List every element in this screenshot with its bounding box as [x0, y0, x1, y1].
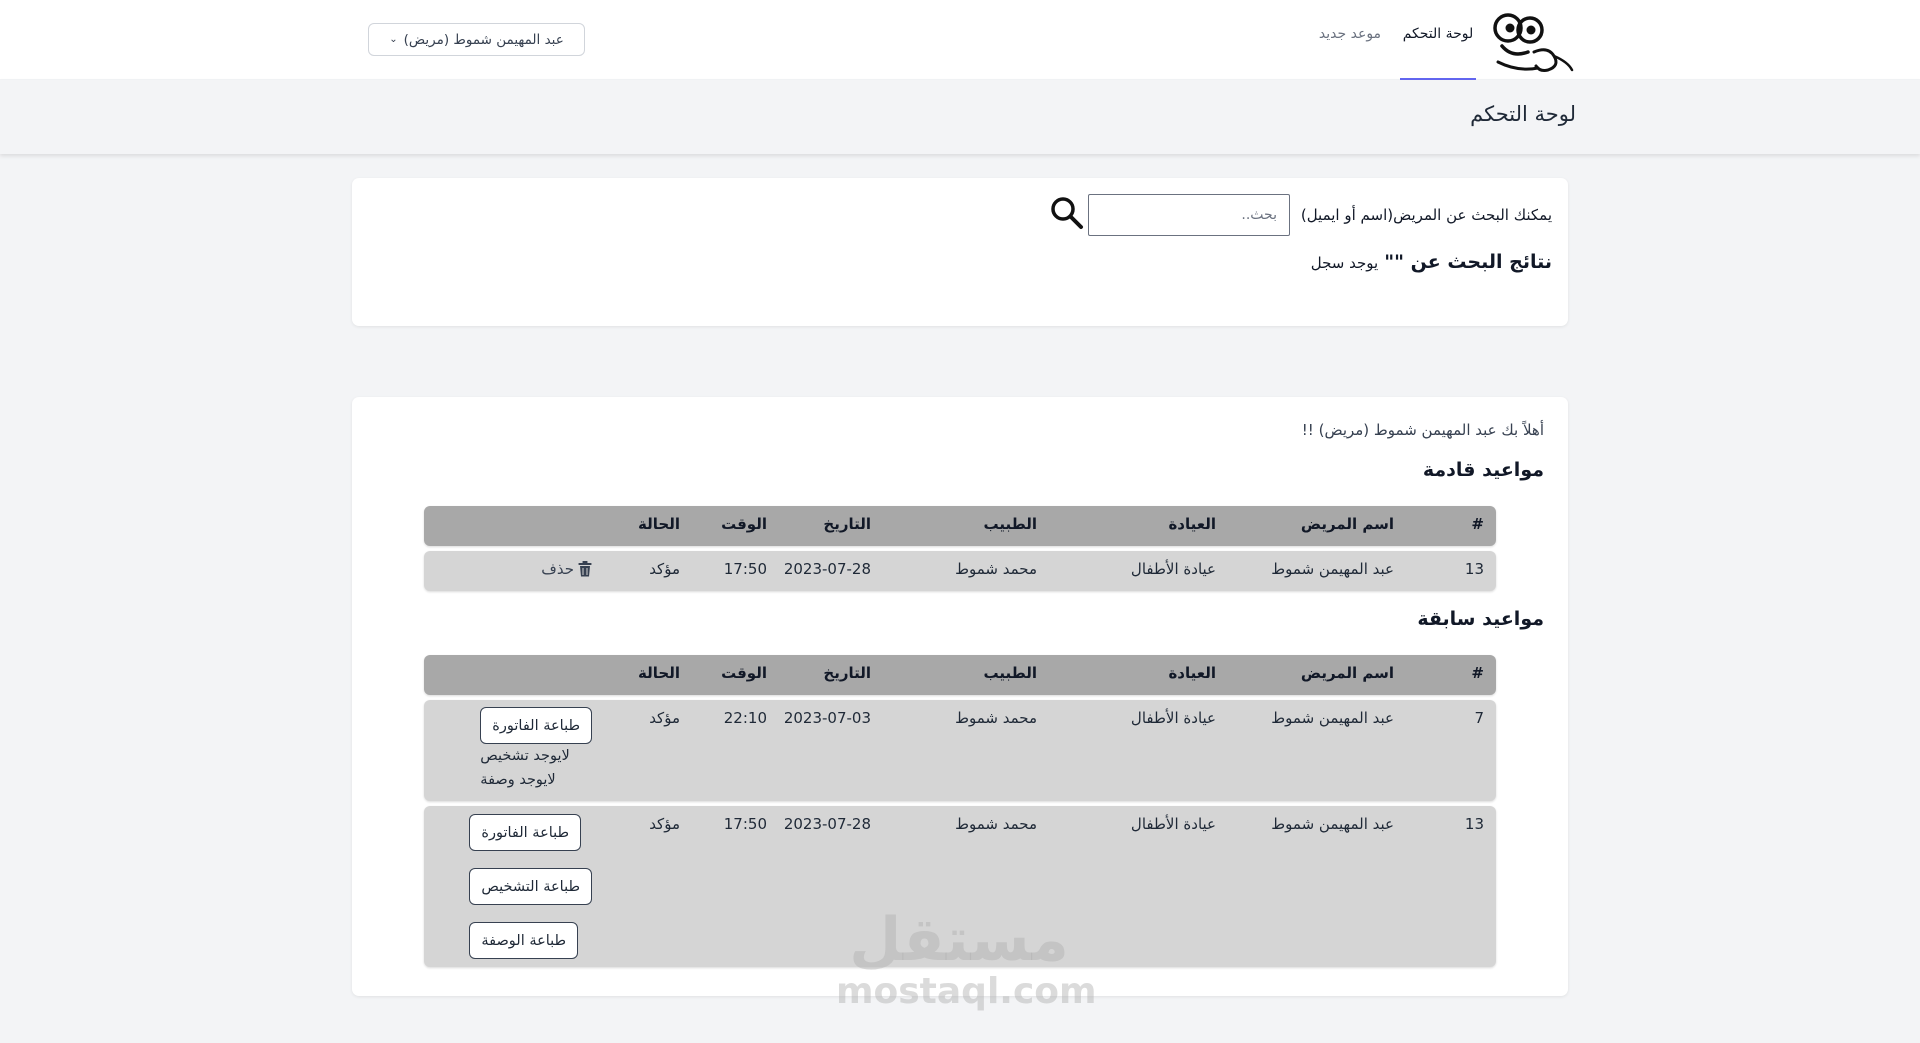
cell-clinic: عيادة الأطفال	[1130, 709, 1216, 727]
col-header-num: #	[1471, 664, 1484, 682]
cell-num: 7	[1474, 709, 1484, 727]
chevron-down-icon: ⌄	[389, 34, 398, 45]
col-header-date: التاريخ	[823, 515, 871, 533]
delete-appointment-link[interactable]: حذف	[541, 560, 592, 578]
delete-label: حذف	[541, 560, 574, 578]
table-row: 13 عبد المهيمن شموط عيادة الأطفال محمد ش…	[424, 806, 1496, 967]
table-header: # اسم المريض العيادة الطبيب التاريخ الوق…	[424, 655, 1496, 695]
cell-time: 22:10	[723, 709, 767, 727]
search-results-line: نتائج البحث عن "" يوجد سجل	[1311, 251, 1552, 273]
nav-new-appointment-link[interactable]: موعد جديد	[1312, 26, 1388, 80]
cell-date: 2023-07-28	[783, 560, 871, 578]
cell-time: 17:50	[723, 560, 767, 578]
col-header-time: الوقت	[721, 664, 767, 682]
cell-patient: عبد المهيمن شموط	[1271, 709, 1394, 727]
cell-clinic: عيادة الأطفال	[1130, 560, 1216, 578]
col-header-patient: اسم المريض	[1300, 515, 1394, 533]
col-header-date: التاريخ	[823, 664, 871, 682]
table-row: 7 عبد المهيمن شموط عيادة الأطفال محمد شم…	[424, 700, 1496, 801]
col-header-patient: اسم المريض	[1300, 664, 1394, 682]
logo-icon[interactable]	[1488, 6, 1576, 78]
col-header-doctor: الطبيب	[983, 515, 1037, 533]
table-row: 13 عبد المهيمن شموط عيادة الأطفال محمد ش…	[424, 551, 1496, 591]
print-invoice-button[interactable]: طباعة الفاتورة	[469, 814, 582, 851]
search-card: يمكنك البحث عن المريض(اسم أو ايميل) نتائ…	[352, 178, 1568, 326]
past-table: # اسم المريض العيادة الطبيب التاريخ الوق…	[424, 655, 1496, 967]
col-header-status: الحالة	[638, 664, 680, 682]
upcoming-section-title: مواعيد قادمة	[1422, 459, 1544, 481]
col-header-clinic: العيادة	[1168, 664, 1216, 682]
no-prescription-note: لايوجد وصفة	[480, 772, 556, 788]
appointments-card: أهلاً بك عبد المهيمن شموط (مريض) !! مواع…	[352, 397, 1568, 996]
cell-patient: عبد المهيمن شموط	[1271, 560, 1394, 578]
print-diagnosis-button[interactable]: طباعة التشخيص	[469, 868, 592, 905]
cell-num: 13	[1464, 560, 1484, 578]
upcoming-table: # اسم المريض العيادة الطبيب التاريخ الوق…	[424, 506, 1496, 591]
no-diagnosis-note: لايوجد تشخيص	[480, 748, 570, 764]
cell-doctor: محمد شموط	[955, 560, 1037, 578]
search-input[interactable]	[1088, 194, 1290, 236]
search-results-title: نتائج البحث عن ""	[1384, 251, 1552, 273]
page-title: لوحة التحكم	[1470, 102, 1576, 126]
print-prescription-button[interactable]: طباعة الوصفة	[469, 922, 579, 959]
past-section-title: مواعيد سابقة	[1417, 608, 1544, 630]
user-menu-label: عبد المهيمن شموط (مريض)	[403, 31, 564, 48]
page-header: لوحة التحكم	[0, 80, 1920, 154]
trash-icon	[578, 561, 592, 577]
welcome-message: أهلاً بك عبد المهيمن شموط (مريض) !!	[1301, 421, 1544, 439]
cell-date: 2023-07-28	[783, 815, 871, 833]
top-navbar: لوحة التحكم موعد جديد عبد المهيمن شموط (…	[0, 0, 1920, 80]
search-icon[interactable]	[1049, 195, 1085, 231]
cell-doctor: محمد شموط	[955, 709, 1037, 727]
cell-status: مؤكد	[649, 560, 680, 578]
row-actions: طباعة الفاتورة لايوجد تشخيص لايوجد وصفة	[480, 707, 592, 792]
cell-date: 2023-07-03	[783, 709, 871, 727]
col-header-time: الوقت	[721, 515, 767, 533]
cell-status: مؤكد	[649, 709, 680, 727]
search-results-note: يوجد سجل	[1310, 254, 1379, 272]
cell-status: مؤكد	[649, 815, 680, 833]
cell-clinic: عيادة الأطفال	[1130, 815, 1216, 833]
print-invoice-button[interactable]: طباعة الفاتورة	[480, 707, 592, 744]
cell-num: 13	[1464, 815, 1484, 833]
nav-dashboard-link[interactable]: لوحة التحكم	[1400, 26, 1476, 80]
user-menu-dropdown[interactable]: عبد المهيمن شموط (مريض) ⌄	[368, 23, 585, 56]
table-header: # اسم المريض العيادة الطبيب التاريخ الوق…	[424, 506, 1496, 546]
search-label: يمكنك البحث عن المريض(اسم أو ايميل)	[1300, 206, 1552, 224]
col-header-status: الحالة	[638, 515, 680, 533]
row-actions: طباعة الفاتورة طباعة التشخيص طباعة الوصف…	[469, 814, 592, 959]
col-header-num: #	[1471, 515, 1484, 533]
cell-patient: عبد المهيمن شموط	[1271, 815, 1394, 833]
col-header-doctor: الطبيب	[983, 664, 1037, 682]
col-header-clinic: العيادة	[1168, 515, 1216, 533]
cell-doctor: محمد شموط	[955, 815, 1037, 833]
cell-time: 17:50	[723, 815, 767, 833]
